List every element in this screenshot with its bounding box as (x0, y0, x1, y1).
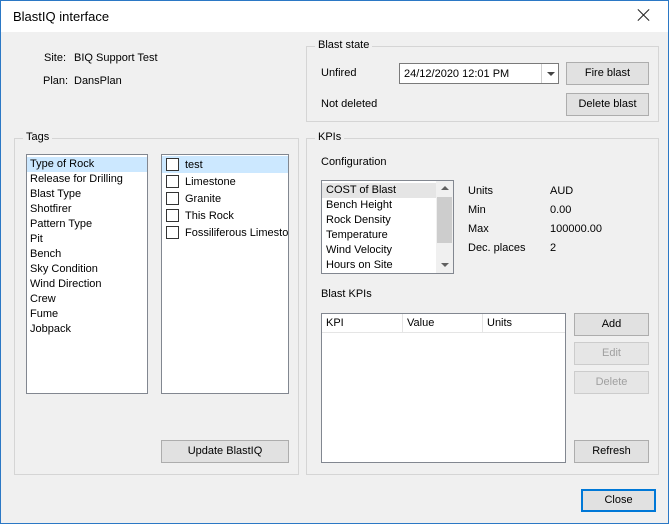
kpi-configuration-scrollbar[interactable] (436, 181, 453, 273)
tag-value-checkbox[interactable] (166, 209, 179, 222)
units-label: Units (468, 185, 494, 197)
fire-blast-button[interactable]: Fire blast (566, 62, 649, 85)
tag-categories-list[interactable]: Type of Rock Release for Drilling Blast Ty… (26, 154, 148, 394)
tags-title: Tags (23, 131, 53, 143)
blast-state-title: Blast state (315, 39, 373, 51)
max-label: Max (468, 223, 489, 235)
edit-kpi-button[interactable]: Edit (574, 342, 649, 365)
tag-category-item[interactable]: Pit (27, 232, 147, 247)
scroll-up-icon[interactable] (436, 182, 453, 196)
max-value: 100000.00 (550, 223, 602, 235)
kpi-configuration-item[interactable]: Hours on Site (322, 258, 453, 273)
kpis-title: KPIs (315, 131, 345, 143)
plan-label: Plan: (43, 75, 69, 87)
blast-kpis-label: Blast KPIs (321, 288, 372, 300)
kpi-configuration-item[interactable]: Bench Height (322, 198, 453, 213)
tag-category-item[interactable]: Release for Drilling (27, 172, 147, 187)
tag-category-item[interactable]: Bench (27, 247, 147, 262)
grid-header: KPI Value Units (322, 314, 565, 333)
tag-category-item[interactable]: Sky Condition (27, 262, 147, 277)
delete-kpi-button[interactable]: Delete (574, 371, 649, 394)
dec-places-label: Dec. places (468, 242, 526, 254)
tag-values-list[interactable]: test Limestone Granite This Rock Fossilifero… (161, 154, 289, 394)
scroll-down-icon[interactable] (436, 258, 453, 272)
kpi-configuration-item[interactable]: COST of Blast (322, 183, 453, 198)
tag-value-item[interactable]: Limestone (162, 173, 288, 190)
tag-value-item[interactable]: This Rock (162, 207, 288, 224)
grid-column-value[interactable]: Value (403, 314, 483, 332)
window-title: BlastIQ interface (13, 9, 110, 24)
tag-value-label: Limestone (185, 175, 236, 188)
tag-value-label: Fossiliferous Limeston (185, 226, 289, 239)
units-value: AUD (550, 185, 574, 197)
delete-blast-button[interactable]: Delete blast (566, 93, 649, 116)
site-label: Site: (44, 52, 67, 64)
plan-value: DansPlan (74, 75, 122, 87)
close-button[interactable]: Close (581, 489, 656, 512)
tag-value-checkbox[interactable] (166, 192, 179, 205)
tag-category-item[interactable]: Wind Direction (27, 277, 147, 292)
site-value: BIQ Support Test (74, 52, 158, 64)
blast-kpis-grid[interactable]: KPI Value Units (321, 313, 566, 463)
tag-value-label: test (185, 158, 203, 171)
min-value: 0.00 (550, 204, 572, 216)
tag-value-checkbox[interactable] (166, 158, 179, 171)
refresh-button[interactable]: Refresh (574, 440, 649, 463)
kpi-configuration-item[interactable]: Wind Velocity (322, 243, 453, 258)
fire-datetime-picker[interactable]: 24/12/2020 12:01 PM (399, 63, 559, 84)
grid-column-kpi[interactable]: KPI (322, 314, 403, 332)
title-bar: BlastIQ interface (1, 1, 668, 32)
blastiq-dialog: BlastIQ interface Site: BIQ Support Test… (0, 0, 669, 524)
tag-value-label: This Rock (185, 209, 234, 222)
tag-value-label: Granite (185, 192, 222, 205)
kpi-configuration-list[interactable]: COST of Blast Bench Height Rock Density Tem… (321, 180, 454, 274)
dec-places-value: 2 (550, 242, 557, 254)
update-blastiq-button[interactable]: Update BlastIQ (161, 440, 289, 463)
tag-category-item[interactable]: Crew (27, 292, 147, 307)
kpi-configuration-item[interactable]: Rock Density (322, 213, 453, 228)
configuration-label: Configuration (321, 156, 387, 168)
add-kpi-button[interactable]: Add (574, 313, 649, 336)
close-icon[interactable] (636, 7, 652, 23)
scroll-thumb[interactable] (437, 197, 452, 243)
tag-value-checkbox[interactable] (166, 226, 179, 239)
tag-value-item[interactable]: Fossiliferous Limeston (162, 224, 288, 241)
chevron-down-icon[interactable] (541, 64, 558, 83)
blast-state-value: Unfired (321, 67, 357, 79)
grid-column-units[interactable]: Units (483, 314, 565, 332)
tag-value-item[interactable]: test (162, 156, 288, 173)
tag-category-item[interactable]: Jobpack (27, 322, 147, 337)
tag-category-item[interactable]: Blast Type (27, 187, 147, 202)
fire-datetime-value: 24/12/2020 12:01 PM (404, 68, 510, 80)
tag-value-item[interactable]: Granite (162, 190, 288, 207)
tag-category-item[interactable]: Pattern Type (27, 217, 147, 232)
tag-category-item[interactable]: Shotfirer (27, 202, 147, 217)
min-label: Min (468, 204, 486, 216)
kpi-configuration-item[interactable]: Temperature (322, 228, 453, 243)
tag-category-item[interactable]: Type of Rock (27, 157, 147, 172)
deleted-state-value: Not deleted (321, 98, 378, 110)
tag-value-checkbox[interactable] (166, 175, 179, 188)
tag-category-item[interactable]: Fume (27, 307, 147, 322)
